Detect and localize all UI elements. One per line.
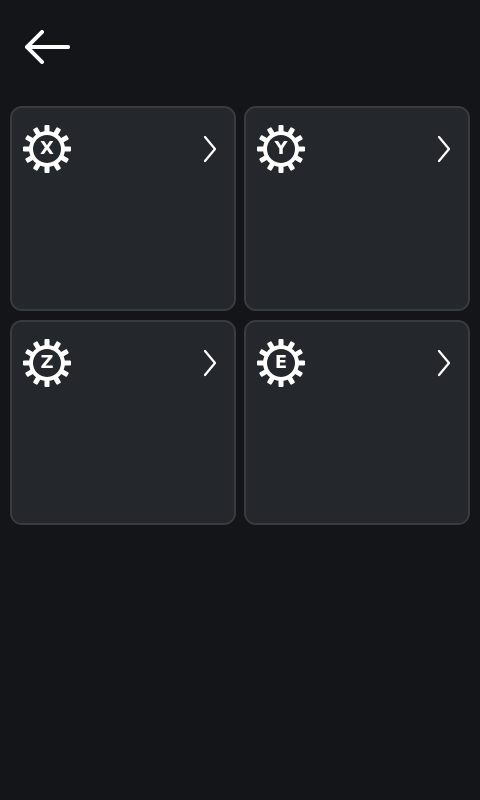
gear-icon: Z xyxy=(23,339,71,387)
screen: X Y Z E xyxy=(0,0,480,800)
axis-grid: X Y Z E xyxy=(10,106,470,525)
chevron-right-icon xyxy=(437,349,451,377)
axis-label: Z xyxy=(40,352,54,373)
axis-card-y[interactable]: Y xyxy=(244,106,470,311)
axis-card-x[interactable]: X xyxy=(10,106,236,311)
axis-label: Y xyxy=(274,138,288,159)
chevron-right-icon xyxy=(203,135,217,163)
arrow-left-icon xyxy=(25,30,70,64)
axis-label: X xyxy=(40,138,54,159)
chevron-right-icon xyxy=(203,349,217,377)
back-button[interactable] xyxy=(18,24,74,72)
axis-label: E xyxy=(274,352,288,373)
gear-icon: X xyxy=(23,125,71,173)
gear-icon: Y xyxy=(257,125,305,173)
axis-card-e[interactable]: E xyxy=(244,320,470,525)
axis-card-z[interactable]: Z xyxy=(10,320,236,525)
gear-icon: E xyxy=(257,339,305,387)
chevron-right-icon xyxy=(437,135,451,163)
